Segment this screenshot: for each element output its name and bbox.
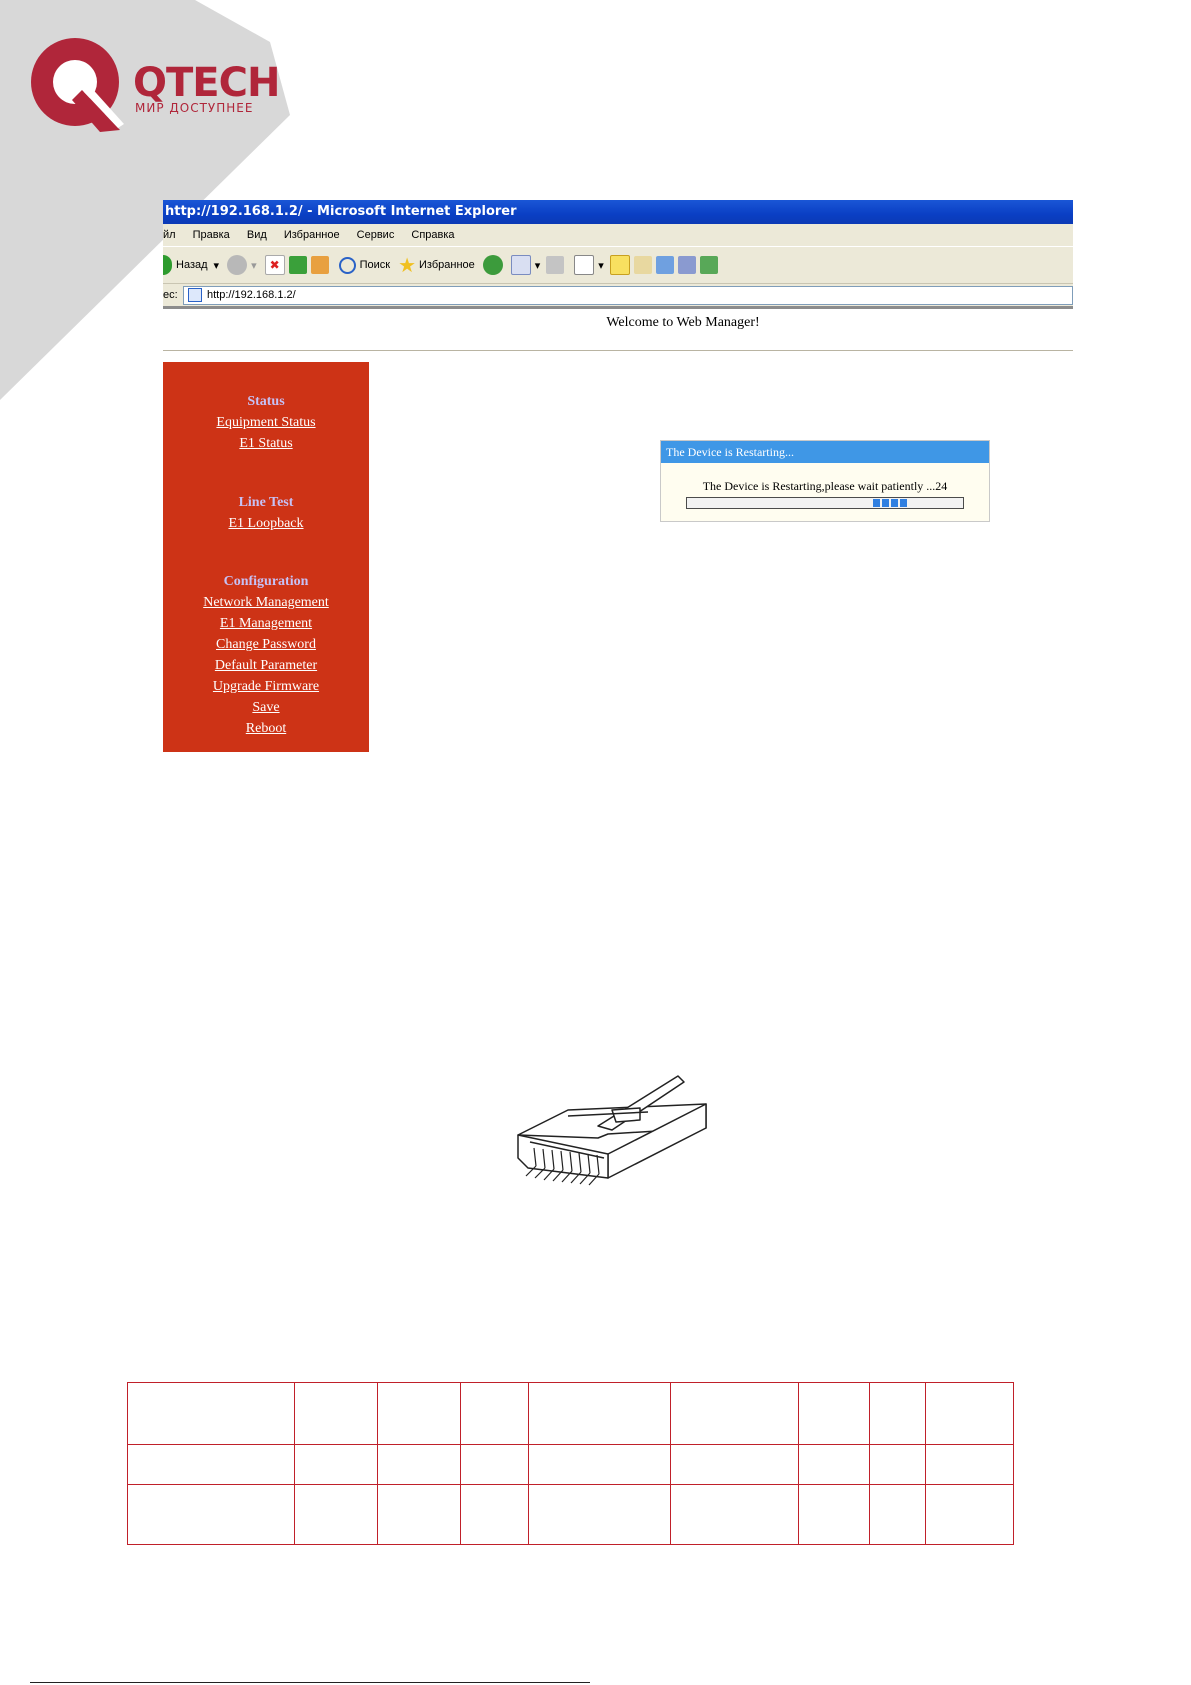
restart-dialog: The Device is Restarting... The Device i…	[660, 440, 990, 522]
line-test-heading: Line Test	[238, 495, 294, 510]
table-cell	[127, 1382, 295, 1445]
window-title: http://192.168.1.2/ - Microsoft Internet…	[163, 200, 1073, 224]
sidebar: Status Equipment Status E1 Status Line T…	[163, 362, 369, 752]
progress-segment	[900, 499, 907, 507]
table-cell	[798, 1444, 870, 1485]
table-cell	[798, 1382, 870, 1445]
menu-bar: йл Правка Вид Избранное Сервис Справка	[163, 224, 1073, 246]
history-icon[interactable]	[482, 255, 503, 275]
favorites-button[interactable]: ★ Избранное	[398, 253, 475, 278]
address-value: http://192.168.1.2/	[207, 288, 296, 301]
logo-brand: QTECH	[133, 60, 280, 106]
logo-tagline: МИР ДОСТУПНЕЕ	[135, 101, 254, 115]
table-cell	[127, 1484, 295, 1545]
network-management-link[interactable]: Network Management	[163, 595, 369, 611]
equipment-status-link[interactable]: Equipment Status	[163, 415, 369, 431]
chevron-down-icon: ▾	[213, 259, 220, 272]
e1-management-link[interactable]: E1 Management	[163, 616, 369, 632]
back-button[interactable]: Назад ▾	[163, 255, 219, 275]
menu-view[interactable]: Вид	[247, 229, 267, 241]
forward-arrow-icon	[227, 255, 248, 275]
status-heading: Status	[247, 394, 285, 409]
reboot-link[interactable]: Reboot	[163, 721, 369, 737]
address-label: ес:	[163, 289, 178, 301]
chevron-down-icon[interactable]: ▾	[598, 259, 604, 272]
table-cell	[925, 1382, 1014, 1445]
home-icon[interactable]	[310, 256, 329, 274]
browser-window: http://192.168.1.2/ - Microsoft Internet…	[163, 200, 1073, 755]
table-cell	[460, 1444, 529, 1485]
divider	[163, 350, 1073, 351]
search-button[interactable]: Поиск	[338, 256, 390, 274]
forward-button[interactable]: ▾	[227, 255, 257, 275]
refresh-icon[interactable]	[288, 256, 307, 274]
stop-icon[interactable]: ✖	[264, 255, 285, 275]
save-link[interactable]: Save	[163, 700, 369, 716]
progress-segment	[882, 499, 889, 507]
table-cell	[294, 1444, 378, 1485]
dialog-message: The Device is Restarting,please wait pat…	[702, 479, 948, 493]
upgrade-firmware-link[interactable]: Upgrade Firmware	[163, 679, 369, 695]
back-arrow-icon	[163, 255, 172, 275]
dialog-title: The Device is Restarting...	[661, 441, 989, 463]
table-cell	[670, 1382, 799, 1445]
table-cell	[294, 1382, 378, 1445]
research-icon[interactable]	[633, 256, 652, 274]
chevron-down-icon[interactable]: ▾	[535, 259, 541, 272]
table-cell	[127, 1444, 295, 1485]
progress-segment	[873, 499, 880, 507]
default-parameter-link[interactable]: Default Parameter	[163, 658, 369, 674]
messenger-icon[interactable]	[655, 256, 674, 274]
table-cell	[528, 1444, 671, 1485]
table-cell	[869, 1484, 926, 1545]
table-cell	[925, 1484, 1014, 1545]
edit-word-icon[interactable]	[574, 255, 595, 275]
table-cell	[670, 1444, 799, 1485]
change-password-link[interactable]: Change Password	[163, 637, 369, 653]
address-input[interactable]: http://192.168.1.2/	[183, 285, 1073, 305]
star-icon: ★	[398, 254, 417, 277]
e1-status-link[interactable]: E1 Status	[163, 436, 369, 452]
toolbar: Назад ▾ ▾ ✖ Поиск ★ Избранное ▾ ▾	[163, 246, 1073, 284]
address-bar: ес: http://192.168.1.2/	[163, 284, 1073, 309]
table-cell	[925, 1444, 1014, 1485]
table-cell	[798, 1484, 870, 1545]
table-cell	[528, 1382, 671, 1445]
table-cell	[869, 1444, 926, 1485]
menu-favorites[interactable]: Избранное	[284, 229, 340, 241]
table-cell	[460, 1382, 529, 1445]
menu-edit[interactable]: Правка	[193, 229, 230, 241]
pin-table	[127, 1382, 1014, 1545]
search-icon	[338, 256, 356, 274]
print-icon[interactable]	[546, 256, 565, 274]
menu-file[interactable]: йл	[163, 229, 176, 241]
users-icon[interactable]	[699, 256, 718, 274]
menu-help[interactable]: Справка	[411, 229, 454, 241]
chevron-down-icon: ▾	[251, 259, 257, 272]
page-icon	[188, 288, 202, 302]
table-cell	[377, 1484, 461, 1545]
table-cell	[869, 1382, 926, 1445]
table-cell	[377, 1444, 461, 1485]
welcome-heading: Welcome to Web Manager!	[606, 315, 760, 330]
table-cell	[294, 1484, 378, 1545]
e1-loopback-link[interactable]: E1 Loopback	[163, 516, 369, 532]
progress-bar	[686, 497, 964, 509]
table-cell	[670, 1484, 799, 1545]
table-cell	[460, 1484, 529, 1545]
footer-line	[30, 1682, 590, 1683]
rj45-connector-illustration	[517, 1075, 707, 1186]
mail-icon[interactable]	[510, 255, 531, 275]
progress-segment	[891, 499, 898, 507]
table-cell	[528, 1484, 671, 1545]
configuration-heading: Configuration	[223, 574, 309, 589]
note-icon[interactable]	[609, 255, 630, 275]
discuss-icon[interactable]	[677, 256, 696, 274]
menu-tools[interactable]: Сервис	[357, 229, 395, 241]
table-cell	[377, 1382, 461, 1445]
